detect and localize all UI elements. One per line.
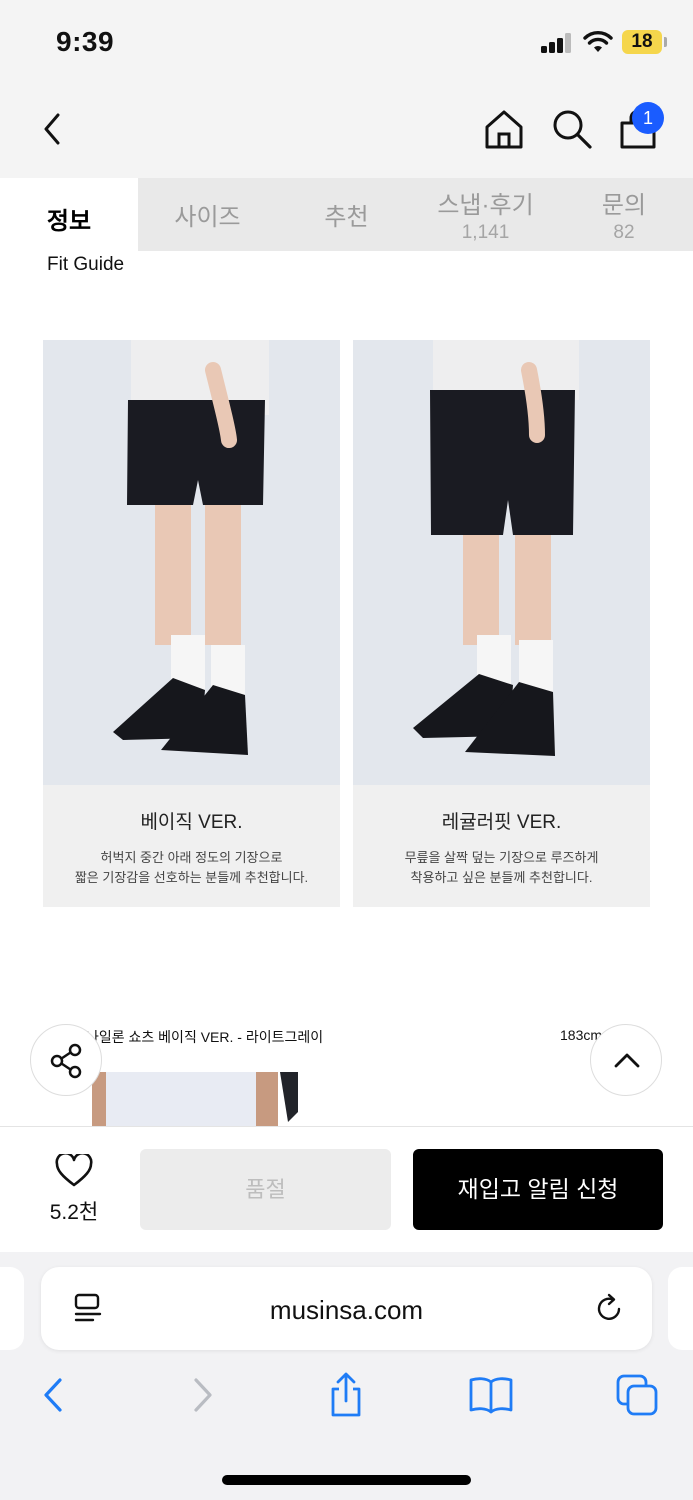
share-icon: [50, 1043, 82, 1079]
tab-snap-review[interactable]: 스냅·후기 1,141: [416, 178, 555, 251]
bookmarks-icon[interactable]: [468, 1372, 514, 1418]
card-caption: 레귤러핏 VER. 무릎을 살짝 덮는 기장으로 루즈하게 착용하고 싶은 분들…: [353, 785, 650, 907]
tab-info[interactable]: 정보: [0, 178, 138, 258]
tab-size[interactable]: 사이즈: [138, 178, 277, 251]
wifi-icon: [583, 31, 613, 52]
battery-tip: [664, 37, 667, 47]
model-photo: [43, 340, 340, 785]
model-photo-preview: [92, 1072, 298, 1126]
share-sheet-icon[interactable]: [323, 1372, 369, 1418]
heart-icon: [55, 1154, 93, 1187]
browser-forward-icon[interactable]: [180, 1372, 226, 1418]
product-caption: 나일론 쇼츠 베이직 VER. - 라이트그레이: [86, 1029, 324, 1045]
browser-back-icon[interactable]: [30, 1372, 76, 1418]
restock-alert-button[interactable]: 재입고 알림 신청: [413, 1149, 663, 1230]
tab-count: 1,141: [461, 222, 510, 243]
product-tab-bar: 정보 사이즈 추천 스냅·후기 1,141 문의 82: [0, 178, 693, 258]
tab-label: 추천: [324, 204, 369, 231]
tab-recommend[interactable]: 추천: [277, 178, 416, 251]
battery-level: 18: [622, 30, 662, 54]
like-count: 5.2천: [49, 1201, 99, 1224]
status-time: 9:39: [56, 26, 115, 57]
card-description: 허벅지 중간 아래 정도의 기장으로 짧은 기장감을 선호하는 분들께 추천합니…: [74, 850, 309, 885]
search-icon[interactable]: [550, 107, 594, 151]
tab-label: 문의: [601, 192, 647, 219]
tabs-overview-icon[interactable]: [614, 1372, 660, 1418]
card-title: 베이직 VER.: [140, 812, 243, 833]
model-photo: [353, 340, 650, 785]
fit-card-regular: 레귤러핏 VER. 무릎을 살짝 덮는 기장으로 루즈하게 착용하고 싶은 분들…: [353, 340, 650, 907]
cart-count-badge: 1: [632, 102, 664, 134]
card-title: 레귤러핏 VER.: [441, 812, 562, 833]
fit-card-basic: 베이직 VER. 허벅지 중간 아래 정도의 기장으로 짧은 기장감을 선호하는…: [43, 340, 340, 907]
card-description: 무릎을 살짝 덮는 기장으로 루즈하게 착용하고 싶은 분들께 추천합니다.: [404, 850, 599, 885]
url-text: musinsa.com: [269, 1295, 424, 1325]
home-icon[interactable]: [482, 107, 526, 151]
card-caption: 베이직 VER. 허벅지 중간 아래 정도의 기장으로 짧은 기장감을 선호하는…: [43, 785, 340, 907]
nav-header: [0, 85, 693, 178]
status-bar: 9:39 18: [0, 0, 693, 85]
chevron-up-icon: [614, 1053, 640, 1068]
share-button[interactable]: [30, 1024, 102, 1096]
home-indicator: [222, 1475, 471, 1485]
tab-count: 82: [613, 222, 635, 243]
tab-inquiry[interactable]: 문의 82: [555, 178, 693, 251]
tab-label: 스냅·후기: [437, 192, 534, 219]
cellular-signal-icon: [541, 33, 573, 53]
next-tab-peek[interactable]: [668, 1267, 693, 1350]
scroll-to-top-button[interactable]: [590, 1024, 662, 1096]
tab-label: 사이즈: [174, 204, 241, 231]
fit-guide-heading: Fit Guide: [47, 254, 125, 275]
back-chevron-icon[interactable]: [34, 107, 74, 151]
previous-tab-peek[interactable]: [0, 1267, 24, 1350]
tab-label: 정보: [46, 207, 92, 235]
soldout-button[interactable]: 품절: [140, 1149, 391, 1230]
reload-icon[interactable]: [593, 1291, 627, 1325]
address-bar[interactable]: musinsa.com: [41, 1267, 652, 1350]
